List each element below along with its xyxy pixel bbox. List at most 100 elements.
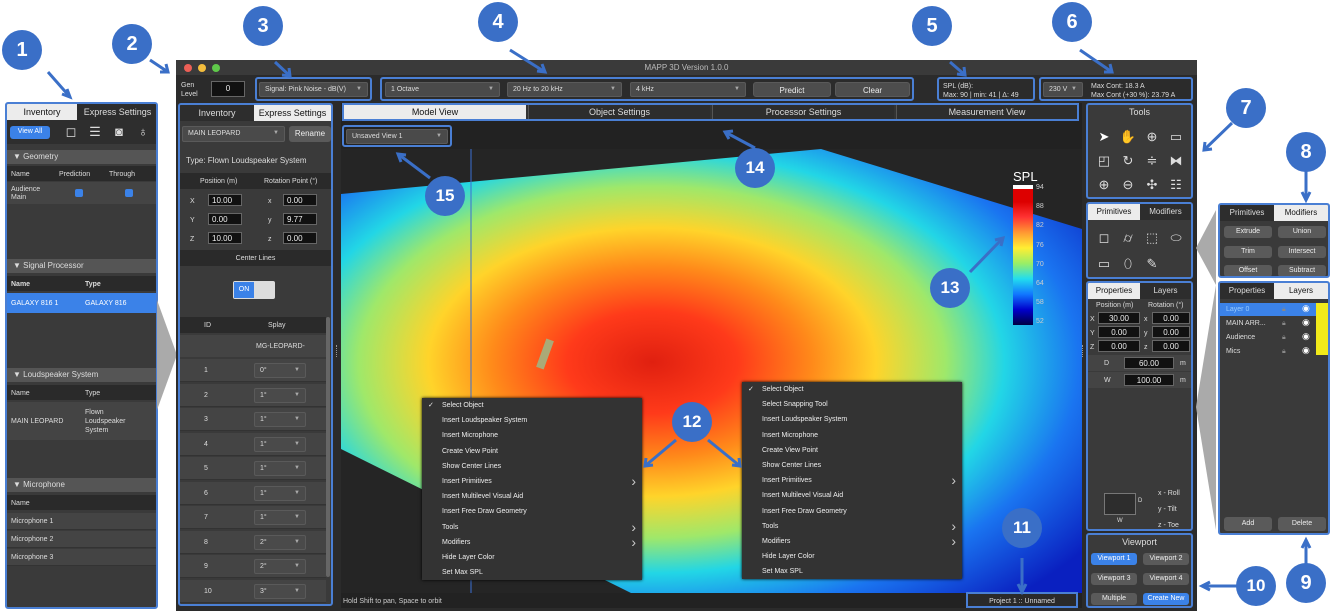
add-layer-button[interactable]: Add — [1224, 517, 1272, 531]
menu-item[interactable]: Insert Multilevel Visual Aid — [422, 489, 642, 504]
layer-item[interactable]: Audience 🔒︎ ◉ — [1220, 331, 1316, 344]
cylinder-icon[interactable]: ⌭ — [1118, 228, 1138, 248]
depth-input[interactable]: 60.00 — [1124, 357, 1174, 369]
extrude-button[interactable]: Extrude — [1224, 226, 1272, 238]
tab-properties[interactable]: Properties — [1088, 283, 1140, 299]
menu-item[interactable]: Insert Microphone — [422, 428, 642, 443]
eye-icon[interactable]: ◉ — [1302, 346, 1310, 355]
layer-color-swatch[interactable] — [1316, 303, 1328, 355]
table-row[interactable]: MAIN LEOPARD Flown Loudspeaker System — [7, 402, 156, 440]
range-dropdown[interactable]: 20 Hz to 20 kHz — [507, 82, 622, 97]
voltage-dropdown[interactable]: 230 V — [1043, 82, 1083, 97]
mirror-icon[interactable]: ⧓ — [1166, 151, 1186, 171]
zoom-out-icon[interactable]: ⊖ — [1118, 175, 1138, 195]
layer-item[interactable]: MAIN ARR... 🔒︎ ◉ — [1220, 317, 1316, 330]
scrollbar[interactable] — [326, 317, 330, 577]
through-checkbox[interactable] — [125, 189, 133, 197]
rotate-icon[interactable]: ↻ — [1118, 151, 1138, 171]
tab-inventory[interactable]: Inventory — [7, 104, 77, 120]
offset-button[interactable]: Offset — [1224, 265, 1272, 276]
splay-dropdown[interactable]: 2° — [254, 559, 306, 574]
splitter-handle[interactable] — [1082, 345, 1084, 357]
splitter-handle[interactable] — [336, 345, 338, 357]
tab-primitives[interactable]: Primitives — [1088, 204, 1140, 220]
eye-icon[interactable]: ◉ — [1302, 304, 1310, 313]
menu-item[interactable]: Hide Layer Color — [742, 549, 962, 564]
viewport-1-button[interactable]: Viewport 1 — [1091, 553, 1137, 565]
menu-item[interactable]: Insert Multilevel Visual Aid — [742, 488, 962, 503]
predict-button[interactable]: Predict — [753, 82, 831, 97]
splay-dropdown[interactable]: 1° — [254, 436, 306, 452]
lock-icon[interactable]: 🔒︎ — [1282, 333, 1286, 342]
menu-item[interactable]: Insert Free Draw Geometry — [742, 504, 962, 519]
rotation-x-input[interactable]: 0.00 — [283, 194, 317, 206]
rotation-y-input[interactable]: 9.77 — [283, 213, 317, 225]
width-input[interactable]: 100.00 — [1124, 374, 1174, 386]
table-row[interactable]: Audience Main — [7, 182, 156, 204]
frame-icon[interactable]: ◰ — [1094, 151, 1114, 171]
tab-express-settings[interactable]: Express Settings — [254, 105, 331, 121]
loudspeaker-select[interactable]: MAIN LEOPARD — [182, 126, 285, 142]
menu-item[interactable]: Tools — [742, 519, 962, 534]
tab-layers[interactable]: Layers — [1140, 283, 1191, 299]
prop-rot-x-input[interactable]: 0.00 — [1152, 312, 1190, 324]
menu-item[interactable]: Set Max SPL — [742, 564, 962, 579]
splay-dropdown[interactable]: 2° — [254, 534, 306, 550]
menu-item[interactable]: Insert Loudspeaker System — [742, 412, 962, 427]
position-x-input[interactable]: 10.00 — [208, 194, 242, 206]
pan-hand-icon[interactable]: ✋ — [1118, 127, 1138, 147]
tab-processor-settings[interactable]: Processor Settings — [712, 105, 894, 119]
microphone-icon[interactable]: ♁ — [133, 122, 153, 142]
tab-measurement-view[interactable]: Measurement View — [896, 105, 1077, 119]
union-button[interactable]: Union — [1278, 226, 1326, 238]
menu-item[interactable]: Set Max SPL — [422, 565, 642, 580]
position-y-input[interactable]: 0.00 — [208, 213, 242, 225]
signal-processor-section-header[interactable]: ▼ Signal Processor — [7, 259, 156, 273]
menu-item[interactable]: Select Object — [742, 382, 962, 397]
surface-icon[interactable]: ⬭ — [1166, 228, 1186, 248]
microphone-section-header[interactable]: ▼ Microphone — [7, 478, 156, 492]
cube-icon[interactable]: ◻ — [61, 122, 81, 142]
splay-dropdown[interactable]: 1° — [254, 485, 306, 501]
menu-item[interactable]: Hide Layer Color — [422, 550, 642, 565]
grid-icon[interactable]: ☷ — [1166, 175, 1186, 195]
pencil-icon[interactable]: ✎ — [1142, 254, 1162, 274]
eye-icon[interactable]: ◉ — [1302, 332, 1310, 341]
clear-button[interactable]: Clear — [835, 82, 910, 97]
list-item[interactable]: Microphone 2 — [7, 531, 156, 548]
lock-icon[interactable]: 🔒︎ — [1282, 319, 1286, 328]
view-select-dropdown[interactable]: Unsaved View 1 — [346, 129, 448, 144]
prop-z-input[interactable]: 0.00 — [1098, 340, 1140, 352]
view-all-button[interactable]: View All — [10, 126, 50, 139]
ruler-icon[interactable]: ▭ — [1166, 127, 1186, 147]
prediction-checkbox[interactable] — [75, 189, 83, 197]
tab-model-view[interactable]: Model View — [344, 105, 526, 119]
splay-dropdown[interactable]: 1° — [254, 412, 306, 427]
prop-x-input[interactable]: 30.00 — [1098, 312, 1140, 324]
viewport-2-button[interactable]: Viewport 2 — [1143, 553, 1189, 565]
tab-inventory[interactable]: Inventory — [180, 105, 254, 121]
create-new-viewport-button[interactable]: Create New — [1143, 593, 1189, 605]
trim-button[interactable]: Trim — [1224, 246, 1272, 258]
ellipse-icon[interactable]: ⬯ — [1118, 254, 1138, 274]
menu-item[interactable]: Insert Primitives — [422, 474, 642, 489]
zoom-in-icon[interactable]: ⊕ — [1094, 175, 1114, 195]
menu-item[interactable]: Insert Microphone — [742, 428, 962, 443]
center-lines-toggle[interactable]: ON — [233, 281, 275, 299]
tab-layers[interactable]: Layers — [1274, 283, 1328, 299]
loudspeaker-section-header[interactable]: ▼ Loudspeaker System — [7, 368, 156, 382]
menu-item[interactable]: Show Center Lines — [742, 458, 962, 473]
rotation-z-input[interactable]: 0.00 — [283, 232, 317, 244]
tab-primitives[interactable]: Primitives — [1220, 205, 1274, 221]
frequency-dropdown[interactable]: 4 kHz — [630, 82, 746, 97]
select-arrow-icon[interactable]: ➤ — [1094, 127, 1114, 147]
move-icon[interactable]: ✣ — [1142, 175, 1162, 195]
menu-item[interactable]: Show Center Lines — [422, 459, 642, 474]
align-icon[interactable]: ≑ — [1142, 151, 1162, 171]
menu-item[interactable]: Modifiers — [422, 535, 642, 550]
eye-icon[interactable]: ◉ — [1302, 318, 1310, 327]
menu-item[interactable]: Tools — [422, 520, 642, 535]
splay-dropdown[interactable]: 3° — [254, 583, 306, 599]
table-row-selected[interactable]: GALAXY 816 1 GALAXY 816 — [7, 293, 156, 313]
menu-item[interactable]: Insert Free Draw Geometry — [422, 504, 642, 519]
